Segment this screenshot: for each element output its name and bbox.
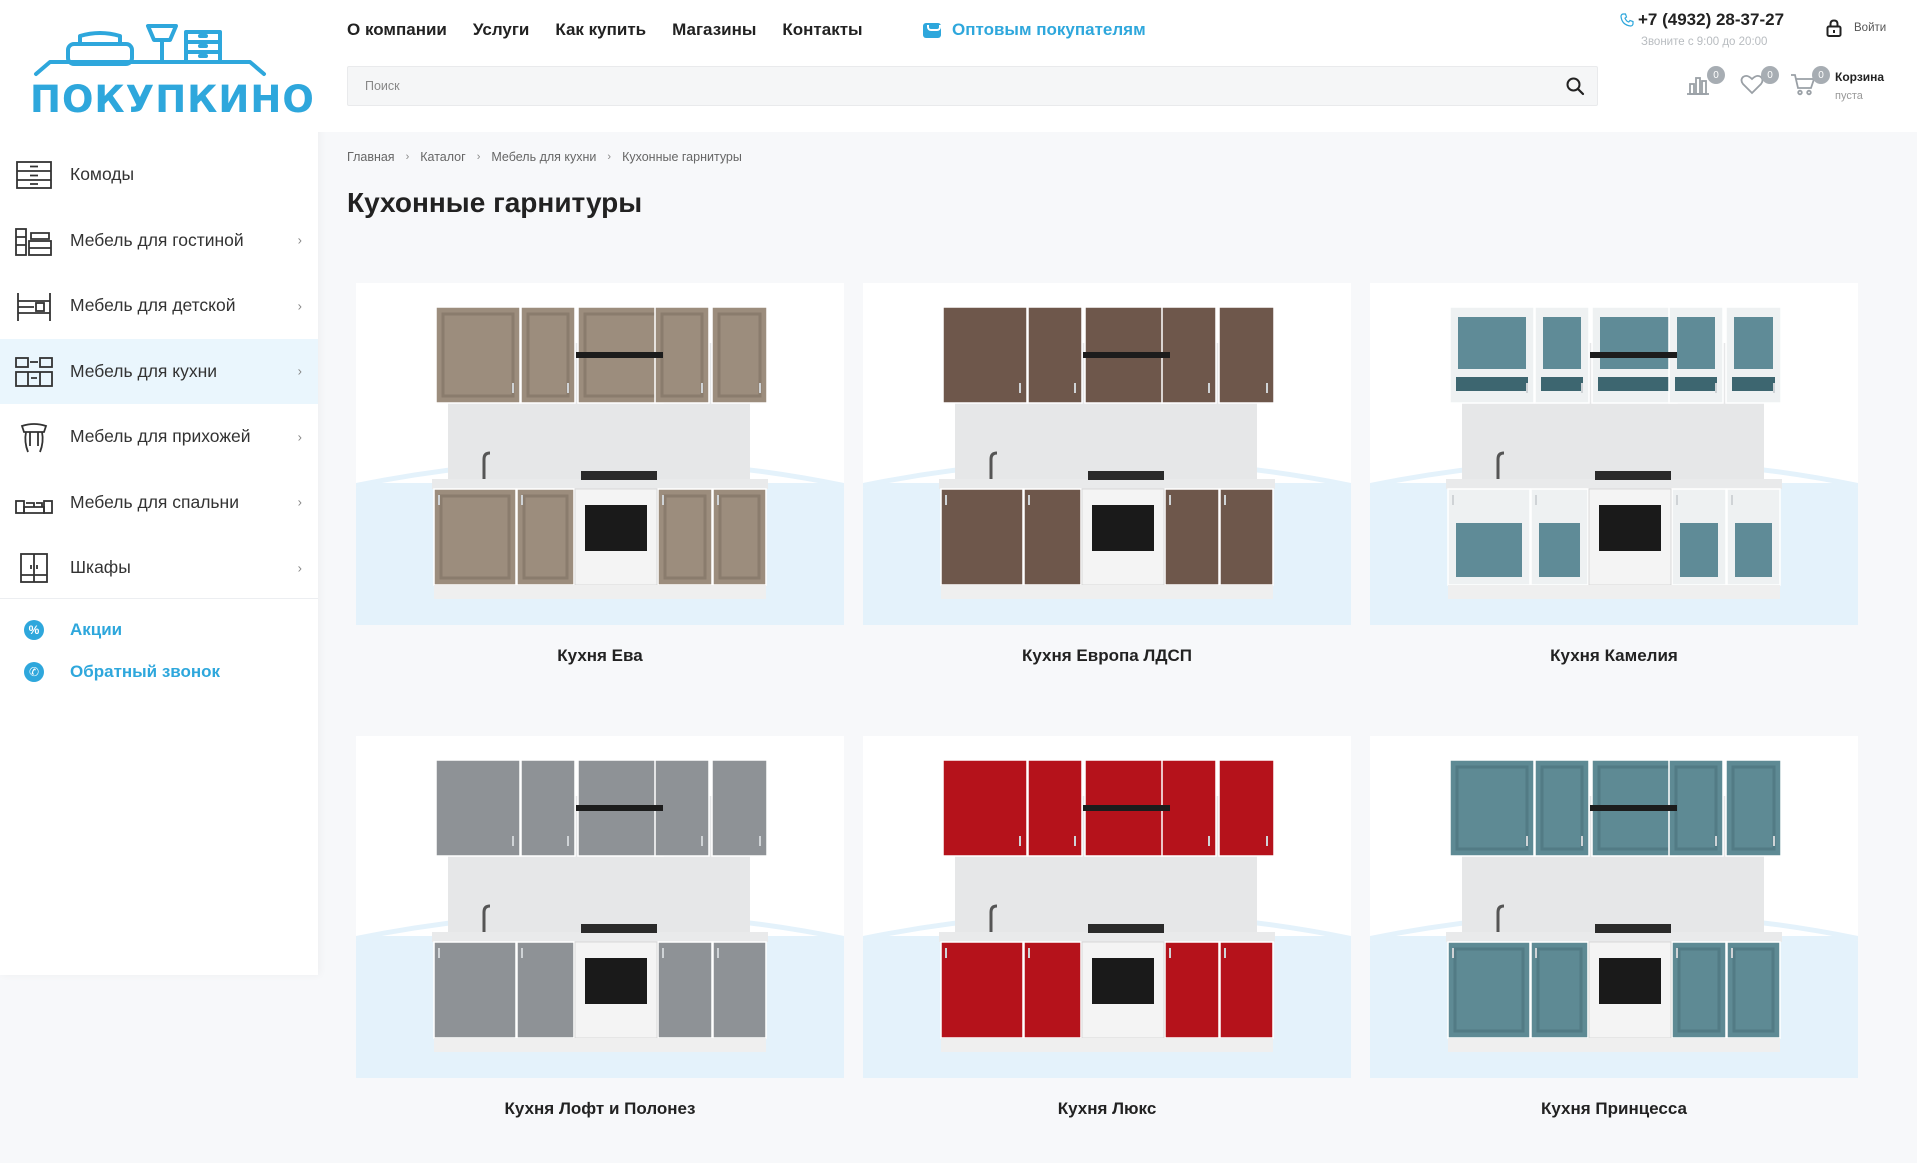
site-logo[interactable]: ПОКУПКИНО bbox=[30, 22, 315, 122]
phone-icon: ✆ bbox=[24, 662, 44, 682]
chevron-right-icon: › bbox=[297, 494, 302, 510]
sofa-lamp-logo-icon bbox=[34, 24, 266, 76]
product-card[interactable]: Кухня Лофт и Полонез bbox=[356, 736, 844, 1126]
sidebar-item-kitchen[interactable]: Мебель для кухни › bbox=[0, 338, 318, 404]
phone-icon bbox=[1620, 13, 1634, 27]
wholesale-link[interactable]: Оптовым покупателям bbox=[923, 20, 1146, 40]
chevron-right-icon: › bbox=[476, 151, 481, 163]
product-image bbox=[1370, 736, 1858, 1078]
login-button[interactable]: Войти bbox=[1826, 19, 1886, 37]
chevron-right-icon: › bbox=[297, 560, 302, 576]
chevron-right-icon: › bbox=[297, 298, 302, 314]
sidebar-item-wardrobes[interactable]: Шкафы › bbox=[0, 535, 318, 601]
phone-label: +7 (4932) 28-37-27 bbox=[1638, 10, 1785, 29]
chevron-right-icon: › bbox=[405, 151, 410, 163]
search-input[interactable] bbox=[348, 67, 1548, 105]
logo-text: ПОКУПКИНО bbox=[30, 78, 315, 121]
chevron-right-icon: › bbox=[297, 232, 302, 248]
sidebar-item-label: Мебель для прихожей bbox=[70, 426, 251, 447]
product-image bbox=[1370, 283, 1858, 625]
wholesale-label: Оптовым покупателям bbox=[952, 20, 1146, 39]
promo-label: Акции bbox=[70, 620, 123, 639]
top-nav: О компании Услуги Как купить Магазины Ко… bbox=[347, 20, 863, 40]
chevron-right-icon: › bbox=[297, 429, 302, 445]
compare-button[interactable]: 0 bbox=[1685, 66, 1725, 100]
favorites-button[interactable]: 0 bbox=[1739, 66, 1779, 100]
living-room-icon bbox=[15, 228, 52, 257]
product-name: Кухня Лофт и Полонез bbox=[504, 1099, 696, 1118]
kitchen-icon bbox=[15, 357, 53, 388]
nav-link-how-to-buy[interactable]: Как купить bbox=[555, 20, 646, 40]
briefcase-icon bbox=[923, 22, 941, 38]
product-name: Кухня Принцесса bbox=[1541, 1099, 1687, 1118]
nav-link-stores[interactable]: Магазины bbox=[672, 20, 756, 40]
hallway-icon bbox=[20, 422, 48, 453]
percent-icon: % bbox=[24, 620, 44, 640]
menu-divider bbox=[0, 598, 318, 599]
product-card[interactable]: Кухня Камелия bbox=[1370, 283, 1858, 673]
compare-count-badge: 0 bbox=[1707, 66, 1725, 84]
product-name: Кухня Ева bbox=[557, 646, 643, 665]
chevron-right-icon: › bbox=[607, 151, 612, 163]
product-card[interactable]: Кухня Люкс bbox=[863, 736, 1351, 1126]
category-menu: Комоды Мебель для гостиной › Мебель для … bbox=[0, 142, 318, 601]
breadcrumb: Главная › Каталог › Мебель для кухни › К… bbox=[347, 150, 742, 164]
sidebar-item-bedroom[interactable]: Мебель для спальни › bbox=[0, 470, 318, 536]
sidebar-item-label: Мебель для спальни bbox=[70, 491, 239, 512]
product-card[interactable]: Кухня Европа ЛДСП bbox=[863, 283, 1351, 673]
sidebar-item-label: Шкафы bbox=[70, 557, 131, 578]
cart-summary[interactable]: Корзина пуста bbox=[1835, 70, 1884, 102]
sidebar-item-label: Мебель для кухни bbox=[70, 360, 218, 381]
breadcrumb-catalog[interactable]: Каталог bbox=[420, 150, 465, 164]
promo-link-sales[interactable]: % Акции bbox=[24, 620, 122, 640]
chevron-right-icon: › bbox=[297, 363, 302, 379]
promo-label: Обратный звонок bbox=[70, 662, 221, 681]
search-icon[interactable] bbox=[1565, 76, 1585, 96]
cart-button[interactable]: 0 bbox=[1790, 66, 1830, 100]
breadcrumb-current: Кухонные гарнитуры bbox=[622, 150, 742, 164]
product-image bbox=[356, 283, 844, 625]
bed-icon bbox=[15, 500, 53, 515]
sidebar-item-label: Мебель для гостиной bbox=[70, 229, 244, 250]
wardrobe-icon bbox=[20, 552, 48, 583]
sidebar-item-living-room[interactable]: Мебель для гостиной › bbox=[0, 208, 318, 274]
nav-link-contacts[interactable]: Контакты bbox=[782, 20, 862, 40]
product-image bbox=[356, 736, 844, 1078]
top-header: О компании Услуги Как купить Магазины Ко… bbox=[318, 0, 1917, 132]
nav-link-about[interactable]: О компании bbox=[347, 20, 447, 40]
phone-hours: Звоните с 9:00 до 20:00 bbox=[1641, 36, 1768, 48]
page-title: Кухонные гарнитуры bbox=[347, 187, 643, 218]
breadcrumb-kitchen-furniture[interactable]: Мебель для кухни bbox=[491, 150, 596, 164]
sidebar-item-label: Комоды bbox=[70, 164, 135, 185]
dresser-icon bbox=[16, 160, 52, 189]
sidebar-item-label: Мебель для детской bbox=[70, 295, 236, 316]
search-bar bbox=[347, 66, 1598, 106]
product-name: Кухня Люкс bbox=[1057, 1099, 1157, 1118]
product-image bbox=[863, 736, 1351, 1078]
bunk-bed-icon bbox=[17, 292, 51, 321]
product-card[interactable]: Кухня Ева bbox=[356, 283, 844, 673]
product-name: Кухня Камелия bbox=[1550, 646, 1678, 665]
cart-count-badge: 0 bbox=[1812, 66, 1830, 84]
cart-title: Корзина bbox=[1835, 70, 1885, 84]
product-card[interactable]: Кухня Принцесса bbox=[1370, 736, 1858, 1126]
sidebar-item-kids-room[interactable]: Мебель для детской › bbox=[0, 273, 318, 339]
sidebar-item-dressers[interactable]: Комоды bbox=[0, 142, 318, 208]
promo-link-callback[interactable]: ✆ Обратный звонок bbox=[24, 662, 220, 682]
product-name: Кухня Европа ЛДСП bbox=[1022, 646, 1192, 665]
login-label: Войти bbox=[1854, 22, 1887, 34]
product-image bbox=[863, 283, 1351, 625]
cart-status: пуста bbox=[1835, 90, 1863, 102]
breadcrumb-home[interactable]: Главная bbox=[347, 150, 395, 164]
nav-link-services[interactable]: Услуги bbox=[473, 20, 530, 40]
sidebar-item-hallway[interactable]: Мебель для прихожей › bbox=[0, 404, 318, 470]
sidebar: ПОКУПКИНО Комоды Мебель для гостиной › М… bbox=[0, 0, 318, 975]
favorites-count-badge: 0 bbox=[1761, 66, 1779, 84]
phone-number[interactable]: +7 (4932) 28-37-27 bbox=[1620, 10, 1784, 30]
lock-icon bbox=[1826, 19, 1842, 37]
